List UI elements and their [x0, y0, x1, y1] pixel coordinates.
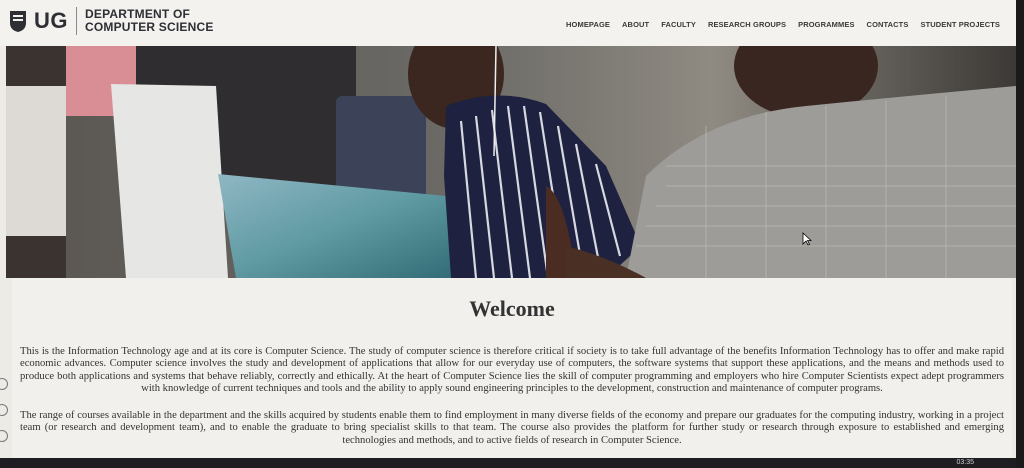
- main-nav: HOMEPAGE ABOUT FACULTY RESEARCH GROUPS P…: [566, 20, 1000, 29]
- hero-banner-image: [6, 46, 1016, 278]
- logo-text: DEPARTMENT OF COMPUTER SCIENCE: [85, 8, 214, 34]
- nav-research-groups[interactable]: RESEARCH GROUPS: [708, 20, 786, 29]
- toolbar-circle-icon[interactable]: [0, 430, 8, 442]
- nav-student-projects[interactable]: STUDENT PROJECTS: [920, 20, 1000, 29]
- monitor-bezel: [1016, 0, 1024, 468]
- browser-screen: UG DEPARTMENT OF COMPUTER SCIENCE HOMEPA…: [0, 0, 1024, 468]
- site-logo[interactable]: UG DEPARTMENT OF COMPUTER SCIENCE: [8, 4, 214, 38]
- courses-paragraph: The range of courses available in the de…: [20, 410, 1004, 446]
- welcome-section: Welcome This is the Information Technolo…: [12, 278, 1012, 468]
- nav-about[interactable]: ABOUT: [622, 20, 649, 29]
- nav-contacts[interactable]: CONTACTS: [867, 20, 909, 29]
- logo-line-2: COMPUTER SCIENCE: [85, 20, 214, 34]
- toolbar-circle-icon[interactable]: [0, 378, 8, 390]
- intro-paragraph: This is the Information Technology age a…: [20, 346, 1004, 395]
- mouse-cursor-icon: [802, 232, 812, 246]
- hero-photo: [6, 46, 1016, 278]
- logo-abbreviation: UG: [34, 8, 68, 33]
- ug-crest-icon: [10, 11, 26, 32]
- logo-divider: [76, 7, 77, 35]
- nav-programmes[interactable]: PROGRAMMES: [798, 20, 854, 29]
- nav-faculty[interactable]: FACULTY: [661, 20, 696, 29]
- os-taskbar: [0, 458, 1024, 468]
- nav-homepage[interactable]: HOMEPAGE: [566, 20, 610, 29]
- taskbar-clock: 03:35: [956, 459, 974, 466]
- toolbar-circle-icon[interactable]: [0, 404, 8, 416]
- page-title: Welcome: [469, 296, 555, 321]
- site-header: UG DEPARTMENT OF COMPUTER SCIENCE HOMEPA…: [0, 0, 1024, 46]
